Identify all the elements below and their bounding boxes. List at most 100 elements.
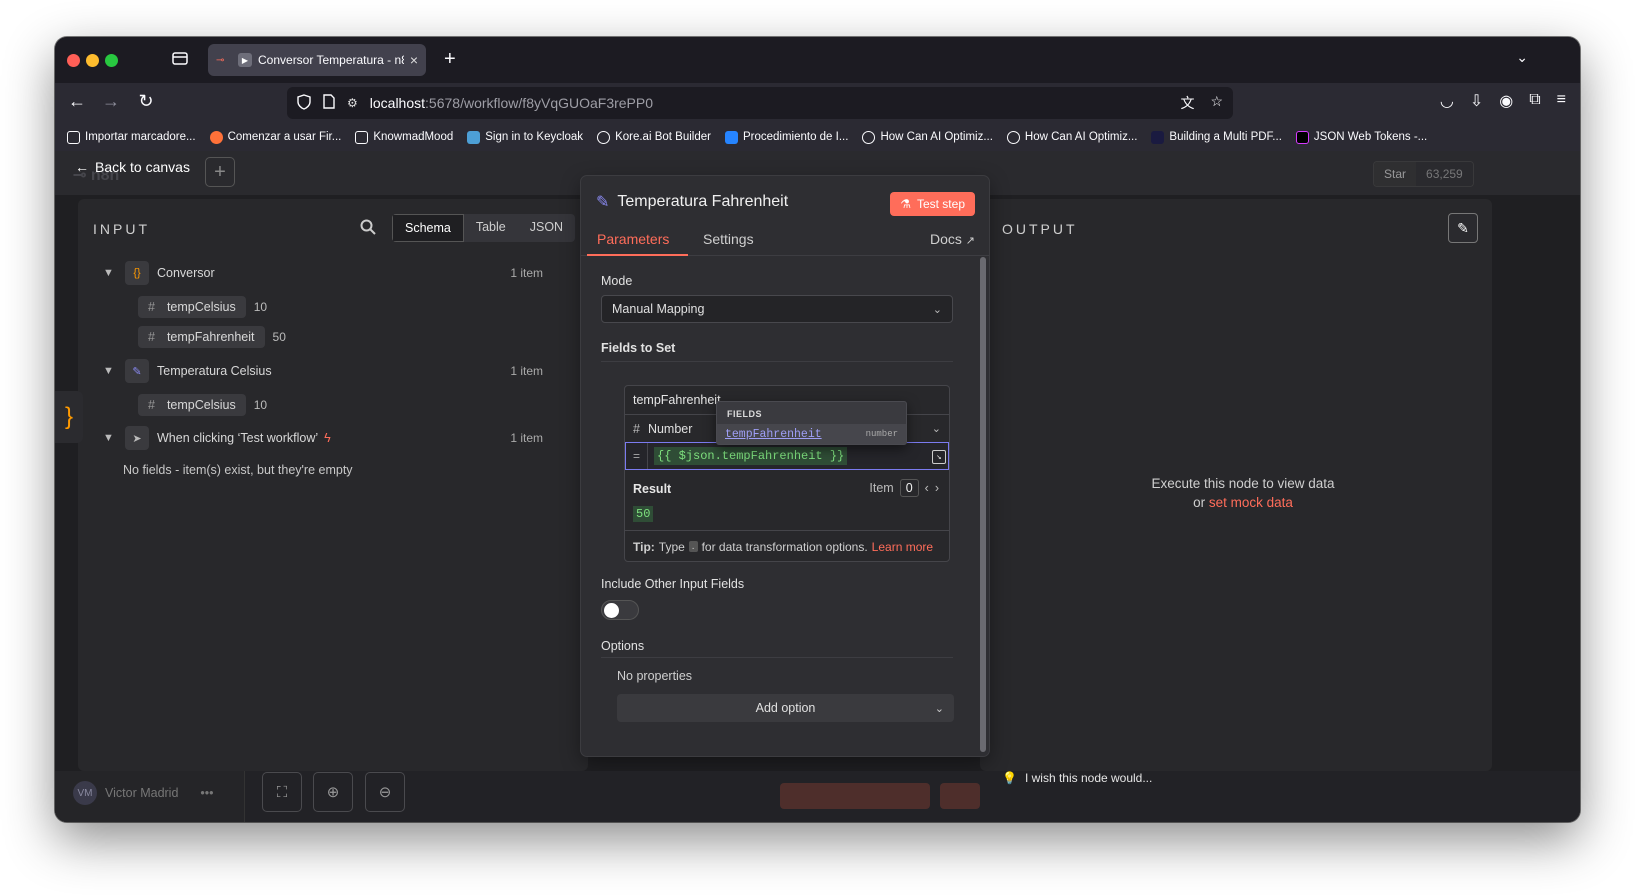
- output-empty-message: Execute this node to view data or set mo…: [1151, 476, 1335, 510]
- minimize-window-button[interactable]: [86, 54, 99, 67]
- firefox-icon: [209, 130, 223, 144]
- chevron-down-icon[interactable]: ▼: [103, 267, 117, 279]
- docs-link[interactable]: Docs ↗: [930, 231, 975, 247]
- node-title[interactable]: Temperatura Fahrenheit: [617, 193, 788, 211]
- zoom-window-button[interactable]: [105, 54, 118, 67]
- output-title: OUTPUT: [1002, 221, 1078, 237]
- browser-tab[interactable]: ⊸ ▶ Conversor Temperatura - n8 ×: [208, 44, 426, 76]
- number-hash-icon: #: [633, 421, 640, 436]
- account-icon[interactable]: ◉: [1499, 91, 1513, 111]
- tree-node-conversor[interactable]: ▼ {} Conversor 1 item: [103, 261, 563, 285]
- permissions-icon[interactable]: ⚙: [347, 96, 358, 110]
- chevron-down-icon: ⌄: [932, 303, 942, 316]
- code-braces-icon[interactable]: }: [55, 391, 83, 443]
- options-label: Options: [601, 639, 645, 653]
- bookmark-item[interactable]: KnowmadMood: [355, 130, 453, 144]
- tab-overview-icon[interactable]: [171, 50, 189, 66]
- set-mock-data-link[interactable]: set mock data: [1209, 495, 1293, 510]
- edit-output-button[interactable]: ✎: [1448, 213, 1478, 243]
- cursor-pointer-icon: ➤: [125, 426, 149, 450]
- bookmark-item[interactable]: Procedimiento de I...: [724, 130, 848, 144]
- menu-icon[interactable]: ≡: [1557, 91, 1566, 111]
- back-arrow-icon[interactable]: ←: [65, 91, 89, 112]
- tree-node-temperatura-celsius[interactable]: ▼ ✎ Temperatura Celsius 1 item: [103, 359, 563, 383]
- search-icon[interactable]: [360, 219, 376, 240]
- new-tab-button[interactable]: +: [444, 48, 456, 71]
- item-index-input[interactable]: 0: [899, 479, 919, 497]
- autocomplete-item[interactable]: tempFahrenheit number: [717, 424, 906, 444]
- schema-field[interactable]: # tempFahrenheit 50: [138, 325, 286, 349]
- fit-view-icon[interactable]: ⛶: [262, 772, 302, 812]
- tab-parameters[interactable]: Parameters: [597, 231, 669, 247]
- extensions-icon[interactable]: ⧉: [1529, 91, 1540, 111]
- mode-select[interactable]: Manual Mapping ⌄: [601, 295, 953, 323]
- expand-editor-icon[interactable]: ↘: [932, 450, 946, 464]
- number-hash-icon: #: [148, 398, 155, 412]
- chevron-right-icon[interactable]: ›: [935, 481, 939, 495]
- chevron-down-icon[interactable]: ▼: [103, 432, 117, 444]
- chevron-down-icon[interactable]: ▼: [103, 365, 117, 377]
- include-other-toggle[interactable]: [601, 600, 639, 620]
- test-step-button[interactable]: ⚗ Test step: [890, 192, 975, 216]
- bookmark-item[interactable]: Building a Multi PDF...: [1151, 130, 1282, 144]
- bookmark-item[interactable]: JSON Web Tokens -...: [1295, 130, 1427, 144]
- chevron-left-icon[interactable]: ‹: [925, 481, 929, 495]
- reload-icon[interactable]: ↻: [134, 91, 158, 112]
- bookmark-item[interactable]: Sign in to Keycloak: [467, 130, 583, 144]
- n8n-app: ⊸ n8n ← Back to canvas + Star 63,259 INP…: [55, 151, 1580, 822]
- user-menu[interactable]: VM Victor Madrid •••: [73, 781, 214, 805]
- bookmark-item[interactable]: How Can AI Optimiz...: [1006, 130, 1137, 144]
- more-dots-icon[interactable]: •••: [200, 786, 213, 800]
- recording-icon: ⊸: [216, 55, 225, 66]
- tab-schema[interactable]: Schema: [392, 214, 464, 242]
- feedback-prompt[interactable]: 💡 I wish this node would...: [1002, 771, 1152, 785]
- tab-bar: ⊸ ▶ Conversor Temperatura - n8 × + ⌄: [55, 37, 1580, 83]
- no-properties-text: No properties: [617, 669, 693, 683]
- schema-field[interactable]: # tempCelsius 10: [138, 393, 267, 417]
- expression-code[interactable]: {{ $json.tempFahrenheit }}: [654, 447, 848, 465]
- browser-window: ⊸ ▶ Conversor Temperatura - n8 × + ⌄ ← →…: [55, 37, 1580, 822]
- schema-field[interactable]: # tempCelsius 10: [138, 295, 267, 319]
- empty-fields-message: No fields - item(s) exist, but they're e…: [123, 463, 353, 477]
- zoom-out-icon[interactable]: ⊖: [365, 772, 405, 812]
- bookmark-item[interactable]: Importar marcadore...: [67, 130, 196, 144]
- learn-more-link[interactable]: Learn more: [872, 540, 933, 554]
- list-tabs-chevron-icon[interactable]: ⌄: [1516, 49, 1528, 66]
- zoom-in-icon[interactable]: ⊕: [313, 772, 353, 812]
- github-star-button[interactable]: Star 63,259: [1373, 161, 1474, 187]
- close-tab-icon[interactable]: ×: [410, 52, 418, 68]
- address-bar[interactable]: ⚙ localhost:5678/workflow/f8yVqGUOaF3reP…: [287, 87, 1233, 119]
- forward-arrow-icon[interactable]: →: [99, 91, 123, 112]
- field-name-input[interactable]: tempFahrenheit: [633, 393, 721, 407]
- expression-editor[interactable]: = {{ $json.tempFahrenheit }} ↘: [625, 442, 949, 470]
- tab-table[interactable]: Table: [464, 214, 518, 242]
- pencil-icon: ✎: [125, 359, 149, 383]
- number-hash-icon: #: [148, 300, 155, 314]
- bookmark-item[interactable]: Kore.ai Bot Builder: [597, 130, 711, 144]
- pocket-icon[interactable]: ◡: [1440, 91, 1454, 111]
- execute-workflow-button: [780, 783, 930, 809]
- fields-to-set-label: Fields to Set: [601, 341, 676, 355]
- shield-icon[interactable]: [297, 93, 311, 113]
- pencil-icon: ✎: [596, 194, 610, 211]
- add-option-button[interactable]: Add option ⌄: [617, 694, 954, 722]
- bookmark-star-icon[interactable]: ☆: [1210, 93, 1223, 113]
- add-node-button[interactable]: +: [205, 157, 235, 187]
- nav-bar: ← → ↻ ⚙ localhost:5678/workflow/f8yVqGUO…: [55, 83, 1580, 123]
- external-link-icon: ↗: [965, 235, 975, 247]
- bookmark-item[interactable]: How Can AI Optimiz...: [862, 130, 993, 144]
- scrollbar[interactable]: [980, 257, 986, 752]
- tree-node-manual-trigger[interactable]: ▼ ➤ When clicking ‘Test workflow’ ϟ 1 it…: [103, 426, 563, 450]
- tab-json[interactable]: JSON: [518, 214, 575, 242]
- download-icon[interactable]: ⇩: [1470, 91, 1483, 111]
- tab-title: Conversor Temperatura - n8: [258, 53, 404, 67]
- lightning-icon: ϟ: [324, 431, 331, 445]
- expression-tip: Tip: Type . for data transformation opti…: [625, 530, 949, 562]
- back-to-canvas-button[interactable]: ← Back to canvas: [75, 159, 190, 175]
- bookmark-item[interactable]: Comenzar a usar Fir...: [209, 130, 341, 144]
- close-window-button[interactable]: [67, 54, 80, 67]
- tab-settings[interactable]: Settings: [703, 231, 754, 247]
- translate-icon[interactable]: 文: [1180, 93, 1194, 113]
- url-host: localhost: [369, 95, 426, 111]
- site-icon: [1006, 130, 1020, 144]
